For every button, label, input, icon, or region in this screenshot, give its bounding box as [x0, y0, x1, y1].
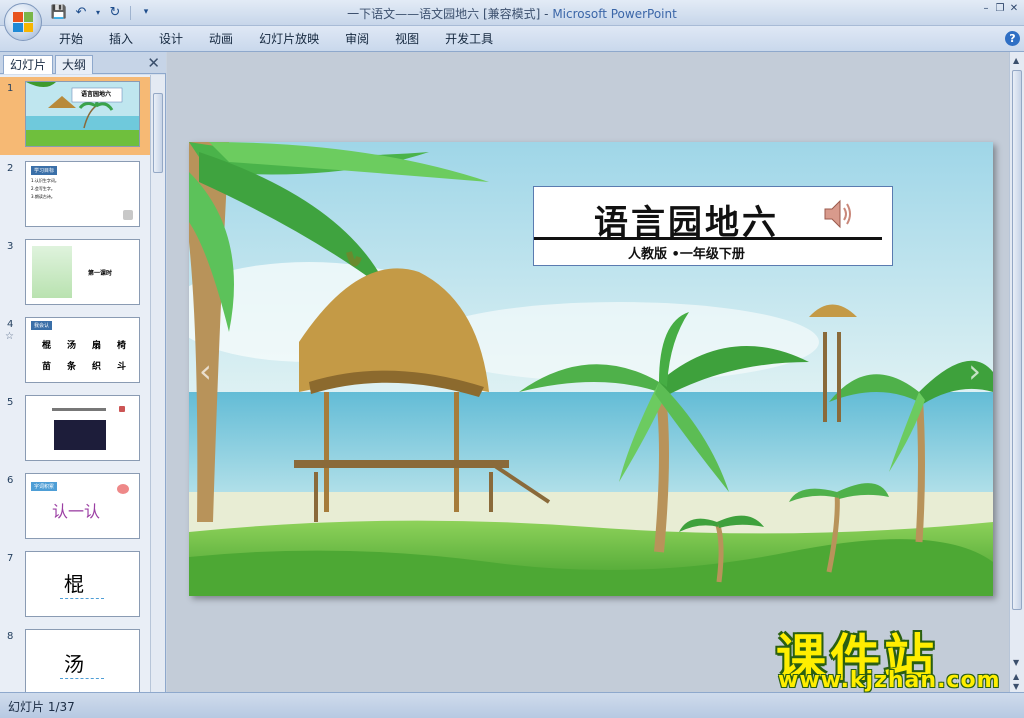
slide-thumbnail-5[interactable]: 5 [0, 391, 150, 469]
speaker-icon [119, 406, 125, 412]
slide-thumbnail-8[interactable]: 8 汤 [0, 625, 150, 692]
slide-preview-line: 1.认识生字词。 [31, 178, 59, 183]
slide-number: 2 [7, 163, 14, 174]
slide-number: 1 [7, 83, 14, 94]
panel-tabs: 幻灯片 大纲 ✕ [0, 52, 166, 74]
slide-thumbnail-2[interactable]: 2 学习目标 1.认识生字词。 2.会写生字。 3.朗读古诗。 [0, 157, 150, 235]
tab-developer[interactable]: 开发工具 [432, 26, 506, 52]
slide-preview-title: 认一认 [52, 502, 101, 521]
slide-preview-title: 棍 [64, 572, 84, 596]
scroll-up-icon[interactable]: ▲ [1013, 56, 1019, 65]
next-slide-icon[interactable]: ▼ [1013, 682, 1019, 691]
app-title: Microsoft PowerPoint [552, 7, 677, 21]
slide-number: 3 [7, 241, 14, 252]
title-box[interactable]: 语言园地六 人教版 •一年级下册 [533, 186, 893, 266]
close-icon[interactable]: ✕ [1008, 3, 1020, 15]
minimize-icon[interactable]: – [980, 3, 992, 15]
scrollbar-thumb[interactable] [153, 93, 163, 173]
previous-arrow-icon[interactable]: ‹ [199, 352, 212, 390]
slide-preview-label: 学习目标 [31, 166, 58, 175]
char-cell: 条 [66, 362, 76, 372]
tab-review[interactable]: 审阅 [332, 26, 382, 52]
slide-preview-underline [60, 598, 104, 599]
slide-preview: 学习目标 1.认识生字词。 2.会写生字。 3.朗读古诗。 [25, 161, 140, 227]
speaker-icon [123, 210, 133, 220]
window-title: 一下语文——语文园地六 [兼容模式] - Microsoft PowerPoin… [0, 5, 1024, 22]
tab-slideshow[interactable]: 幻灯片放映 [246, 26, 332, 52]
slide-number: 7 [7, 553, 14, 564]
char-grid: 棍 汤 扇 椅 苗 条 织 斗 [34, 338, 134, 372]
slide-preview: 语言园地六 [25, 81, 140, 147]
char-cell: 椅 [116, 341, 126, 351]
tab-slides[interactable]: 幻灯片 [3, 55, 54, 74]
tab-insert[interactable]: 插入 [96, 26, 146, 52]
slide-thumbnail-1[interactable]: 1 语言园地六 [0, 77, 150, 155]
scroll-down-icon[interactable]: ▼ [1013, 658, 1019, 667]
close-panel-icon[interactable]: ✕ [147, 54, 160, 72]
slide-preview: 第一课时 [25, 239, 140, 305]
slide-scrollbar[interactable]: ▲ ▼ ▲ ▼ [1009, 52, 1024, 692]
slide-preview-underline [60, 678, 104, 679]
slide-subtitle: 人教版 •一年级下册 [628, 247, 745, 262]
slide-preview-label: 我会认 [31, 321, 53, 330]
slide-preview-title: 汤 [64, 652, 84, 676]
slide-number: 4 [7, 319, 14, 330]
slide-thumbnail-6[interactable]: 6 字词积累 认一认 [0, 469, 150, 547]
window-controls: – ❐ ✕ [980, 3, 1020, 15]
tab-animations[interactable]: 动画 [196, 26, 246, 52]
watermark-url: www.kjzhan.com [778, 668, 1001, 693]
scrollbar-thumb[interactable] [1012, 70, 1022, 610]
slide-preview-line: 2.会写生字。 [31, 186, 55, 191]
slide-preview-label: 字词积累 [31, 482, 58, 491]
document-title: 一下语文——语文园地六 [兼容模式] - [347, 7, 553, 21]
title-underline [534, 237, 882, 240]
current-slide[interactable]: ‹ › 语言园地六 人教版 •一年级下册 [189, 142, 993, 596]
slide-preview-title: 语言园地六 [81, 91, 112, 98]
help-icon[interactable]: ? [1005, 31, 1020, 46]
title-bar: 💾 ↶ ▾ ↻ ▾ 一下语文——语文园地六 [兼容模式] - Microsoft… [0, 0, 1024, 26]
slide-number: 8 [7, 631, 14, 642]
slide-preview: 汤 [25, 629, 140, 692]
char-cell: 棍 [41, 341, 51, 351]
slide-thumbnail-3[interactable]: 3 第一课时 [0, 235, 150, 313]
tab-view[interactable]: 视图 [382, 26, 432, 52]
slide-preview: 棍 [25, 551, 140, 617]
speaker-icon[interactable] [822, 197, 856, 231]
char-cell: 扇 [91, 341, 101, 351]
char-cell: 苗 [41, 362, 51, 372]
slide-thumbnail-4[interactable]: 4 ☆ 我会认 棍 汤 扇 椅 苗 条 织 斗 [0, 313, 150, 391]
slide-counter: 幻灯片 1/37 [8, 700, 75, 714]
slide-number: 6 [7, 475, 14, 486]
restore-icon[interactable]: ❐ [994, 3, 1006, 15]
slide-thumbnail-7[interactable]: 7 棍 [0, 547, 150, 625]
tab-design[interactable]: 设计 [146, 26, 196, 52]
char-cell: 织 [91, 362, 101, 372]
slide-preview-line: 3.朗读古诗。 [31, 194, 55, 199]
slide-preview [25, 395, 140, 461]
thumbnail-list: 1 语言园地六 2 学习目标 1.认识生字词。 2.会写生字。 3.朗读古诗。 … [0, 75, 150, 692]
slide-preview-title: 第一课时 [88, 270, 113, 277]
tab-outline[interactable]: 大纲 [55, 55, 94, 74]
slide-preview: 字词积累 认一认 [25, 473, 140, 539]
slide-preview: 我会认 棍 汤 扇 椅 苗 条 织 斗 [25, 317, 140, 383]
tab-home[interactable]: 开始 [46, 26, 96, 52]
slide-preview-video [54, 420, 106, 450]
previous-slide-icon[interactable]: ▲ [1013, 672, 1019, 681]
office-logo-icon [13, 12, 33, 32]
animation-star-icon: ☆ [5, 331, 14, 342]
ribbon: 开始 插入 设计 动画 幻灯片放映 审阅 视图 开发工具 ? [0, 26, 1024, 52]
snail-icon [117, 484, 129, 494]
next-arrow-icon[interactable]: › [968, 352, 981, 390]
ribbon-tabs: 开始 插入 设计 动画 幻灯片放映 审阅 视图 开发工具 [46, 26, 506, 52]
char-cell: 斗 [116, 362, 126, 372]
char-cell: 汤 [66, 341, 76, 351]
thumbnail-scrollbar[interactable] [150, 75, 165, 692]
slides-panel: 幻灯片 大纲 ✕ 1 语言园地六 2 学习目标 1.认识生字词。 2.会写生字。… [0, 52, 166, 692]
slide-preview-image [32, 246, 72, 298]
office-button[interactable] [4, 3, 42, 41]
slide-number: 5 [7, 397, 14, 408]
site-watermark: 课件站 www.kjzhan.com [770, 618, 1010, 698]
slide-preview-text-line [52, 408, 106, 411]
